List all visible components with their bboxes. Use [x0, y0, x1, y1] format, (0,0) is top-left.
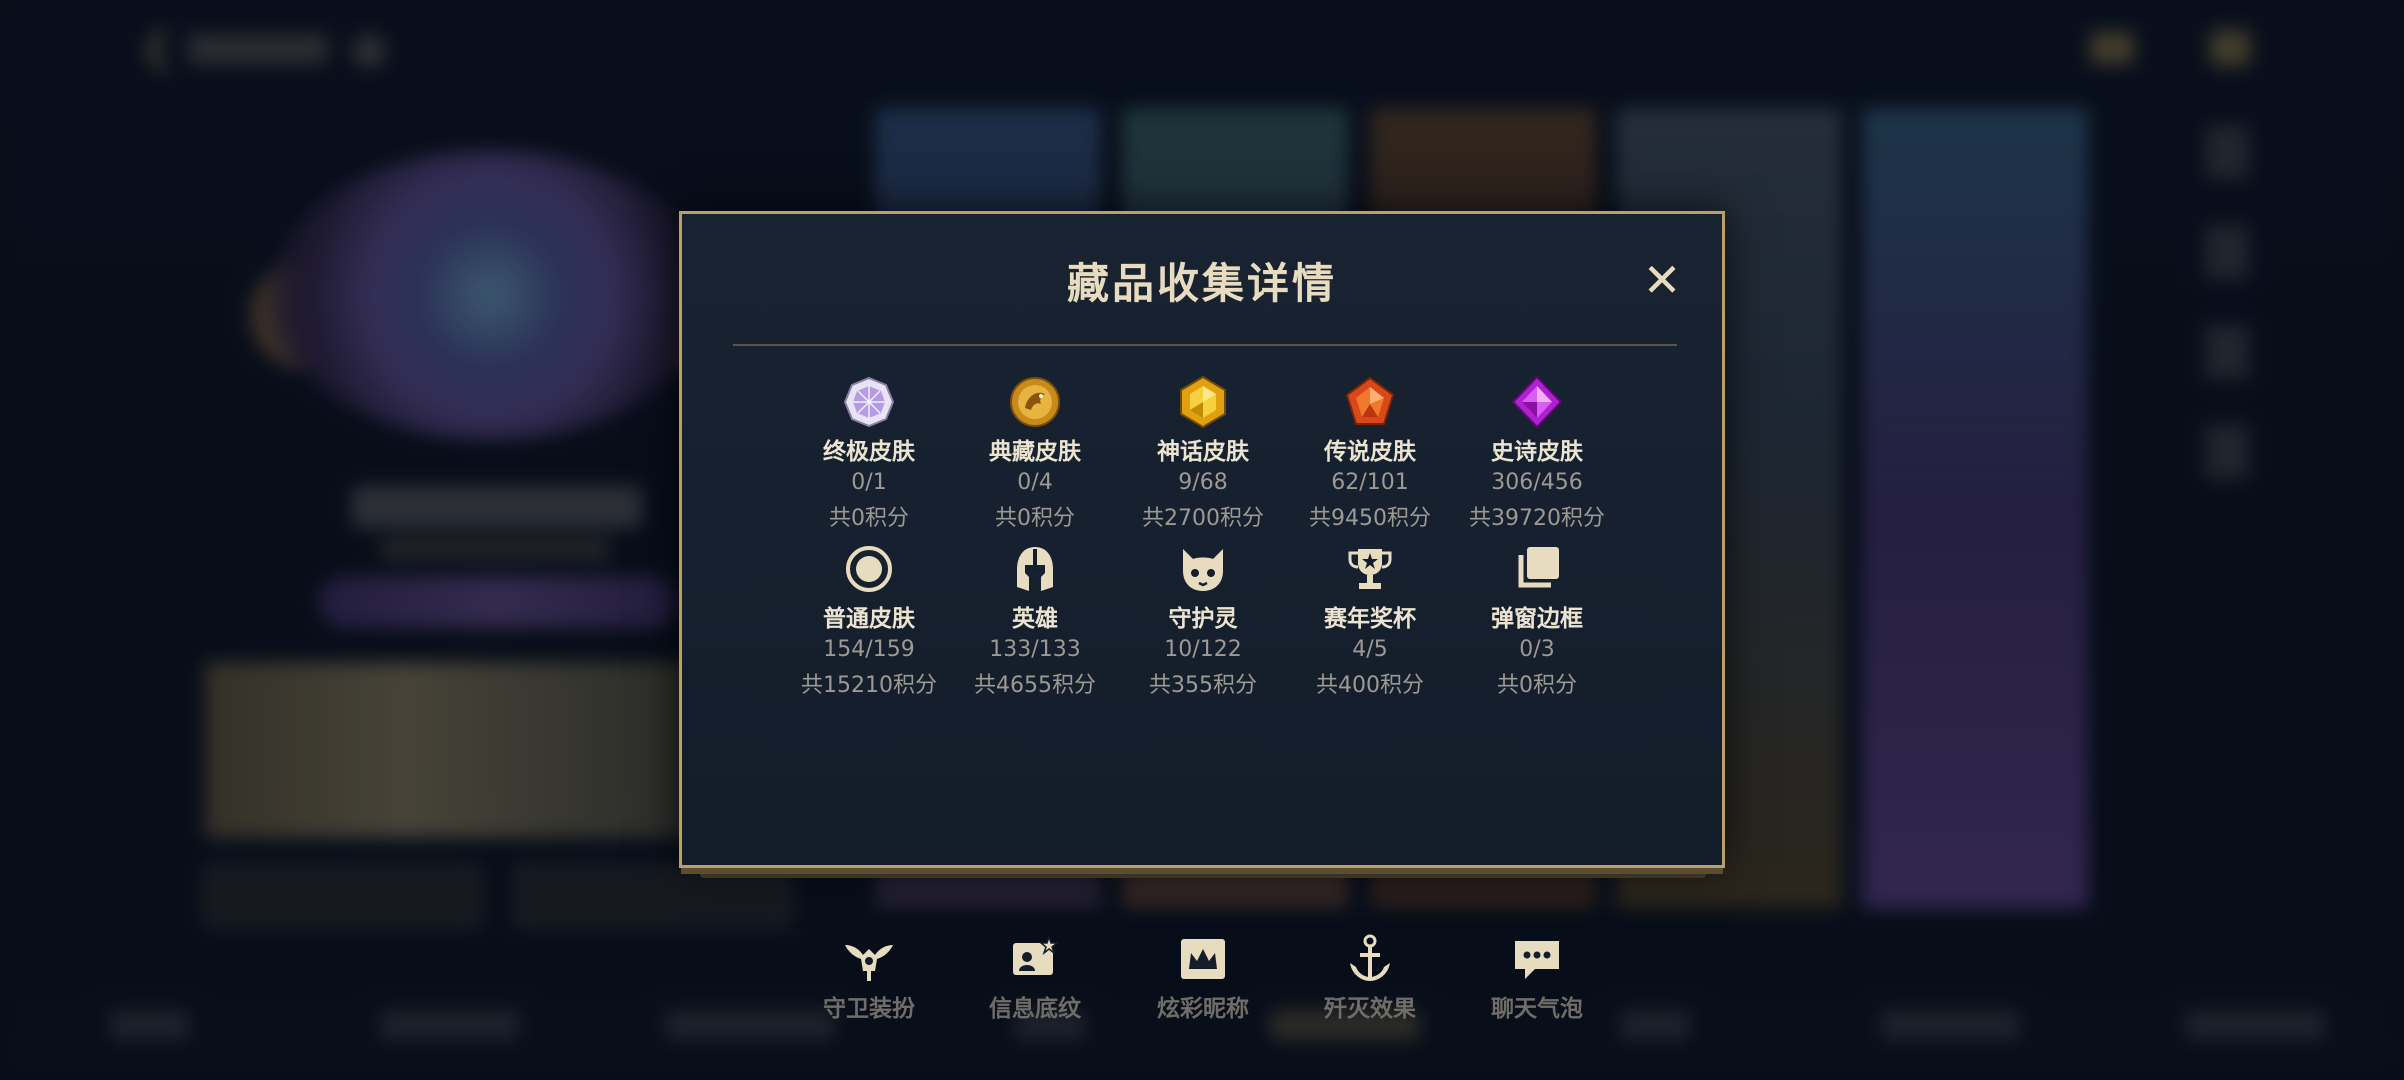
elimination-effect-icon: [1342, 931, 1398, 987]
scroll-fade-mask: [688, 794, 1716, 844]
item-points: 共0积分: [1497, 673, 1577, 698]
item-label: 信息底纹: [989, 996, 1081, 1022]
item-count: 154/159: [823, 637, 915, 662]
collection-grid: 终极皮肤 0/1 共0积分 典藏皮肤 0/4 共0积分 神话皮肤 9/68 共2…: [682, 214, 1722, 1022]
item-count: 9/68: [1178, 470, 1228, 495]
item-label: 聊天气泡: [1491, 996, 1583, 1022]
guardian-spirit-icon: [1175, 541, 1231, 597]
collection-item-legendary-skin[interactable]: 传说皮肤 62/101 共9450积分: [1290, 374, 1450, 532]
collection-item-common-skin[interactable]: 普通皮肤 154/159 共15210积分: [789, 541, 949, 699]
collection-skin-icon: [1007, 374, 1063, 430]
item-count: 10/122: [1164, 637, 1242, 662]
common-skin-icon: [841, 541, 897, 597]
item-label: 普通皮肤: [823, 606, 915, 632]
hero-helmet-icon: [1007, 541, 1063, 597]
item-points: 共355积分: [1149, 673, 1257, 698]
item-count: 133/133: [989, 637, 1081, 662]
mythic-skin-icon: [1175, 374, 1231, 430]
item-points: 共15210积分: [801, 673, 937, 698]
colorful-name-icon: [1175, 931, 1231, 987]
item-points: 共0积分: [995, 506, 1075, 531]
item-count: 4/5: [1352, 637, 1388, 662]
item-count: 0/3: [1519, 637, 1555, 662]
ultimate-skin-icon: [841, 374, 897, 430]
item-label: 典藏皮肤: [989, 439, 1081, 465]
epic-skin-icon: [1509, 374, 1565, 430]
item-label: 守护灵: [1168, 606, 1238, 632]
item-label: 歼灭效果: [1324, 996, 1416, 1022]
collection-item-epic-skin[interactable]: 史诗皮肤 306/456 共39720积分: [1457, 374, 1617, 532]
collection-item-guardian-spirit[interactable]: 守护灵 10/122 共355积分: [1123, 541, 1283, 699]
collection-item-info-card[interactable]: 信息底纹: [955, 931, 1115, 1023]
item-count: 62/101: [1331, 470, 1409, 495]
item-label: 弹窗边框: [1491, 606, 1583, 632]
item-points: 共400积分: [1316, 673, 1424, 698]
item-points: 共0积分: [829, 506, 909, 531]
collection-item-mythic-skin[interactable]: 神话皮肤 9/68 共2700积分: [1123, 374, 1283, 532]
item-count: 306/456: [1491, 470, 1583, 495]
trophy-icon: [1342, 541, 1398, 597]
legendary-skin-icon: [1342, 374, 1398, 430]
item-count: 0/4: [1017, 470, 1053, 495]
collection-item-ward-skin[interactable]: 守卫装扮: [789, 931, 949, 1023]
item-points: 共2700积分: [1142, 506, 1264, 531]
collection-item-hero[interactable]: 英雄 133/133 共4655积分: [955, 541, 1115, 699]
collection-details-dialog: 藏品收集详情 ✕ 终极皮肤 0/1 共0积分 典藏皮肤 0/4 共0积分 神话皮…: [679, 211, 1725, 1022]
item-label: 赛年奖杯: [1324, 606, 1416, 632]
info-card-icon: [1007, 931, 1063, 987]
item-label: 史诗皮肤: [1491, 439, 1583, 465]
item-points: 共9450积分: [1309, 506, 1431, 531]
item-label: 神话皮肤: [1157, 439, 1249, 465]
item-label: 守卫装扮: [823, 996, 915, 1022]
collection-item-chat-bubble[interactable]: 聊天气泡: [1457, 931, 1617, 1023]
item-label: 英雄: [1012, 606, 1058, 632]
item-points: 共4655积分: [974, 673, 1096, 698]
item-count: 0/1: [851, 470, 887, 495]
collection-item-colorful-name[interactable]: 炫彩昵称: [1123, 931, 1283, 1023]
collection-item-popup-frame[interactable]: 弹窗边框 0/3 共0积分: [1457, 541, 1617, 699]
collection-item-ultimate-skin[interactable]: 终极皮肤 0/1 共0积分: [789, 374, 949, 532]
ward-skin-icon: [841, 931, 897, 987]
item-label: 炫彩昵称: [1157, 996, 1249, 1022]
collection-item-collection-skin[interactable]: 典藏皮肤 0/4 共0积分: [955, 374, 1115, 532]
collection-item-trophy[interactable]: 赛年奖杯 4/5 共400积分: [1290, 541, 1450, 699]
collection-item-elimination-effect[interactable]: 歼灭效果: [1290, 931, 1450, 1023]
item-label: 终极皮肤: [823, 439, 915, 465]
popup-frame-icon: [1509, 541, 1565, 597]
item-points: 共39720积分: [1469, 506, 1605, 531]
chat-bubble-icon: [1509, 931, 1565, 987]
item-label: 传说皮肤: [1324, 439, 1416, 465]
